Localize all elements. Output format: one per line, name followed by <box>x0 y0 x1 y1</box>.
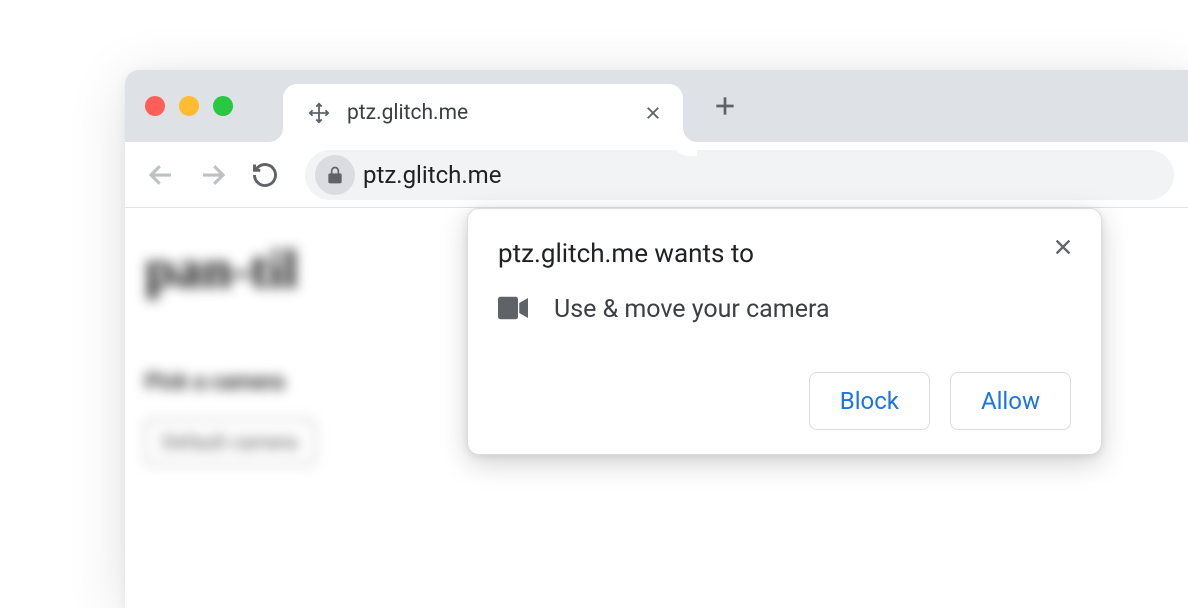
url-text: ptz.glitch.me <box>363 161 501 189</box>
reload-button[interactable] <box>243 153 287 197</box>
tab-strip: ptz.glitch.me <box>125 70 1188 142</box>
permission-prompt: ptz.glitch.me wants to Use & move your c… <box>467 208 1102 455</box>
permission-message: Use & move your camera <box>554 295 830 324</box>
address-bar[interactable]: ptz.glitch.me <box>305 150 1174 200</box>
forward-button[interactable] <box>191 153 235 197</box>
permission-row: Use & move your camera <box>498 295 1071 324</box>
browser-toolbar: ptz.glitch.me <box>125 142 1188 208</box>
permission-actions: Block Allow <box>498 372 1071 430</box>
window-minimize-button[interactable] <box>179 96 199 116</box>
tab-close-button[interactable] <box>641 101 665 125</box>
allow-button[interactable]: Allow <box>950 372 1071 430</box>
move-icon <box>307 101 331 125</box>
window-controls <box>145 96 233 116</box>
browser-tab[interactable]: ptz.glitch.me <box>283 84 683 142</box>
tab-title: ptz.glitch.me <box>347 101 641 125</box>
back-button[interactable] <box>139 153 183 197</box>
lock-icon <box>325 165 345 185</box>
site-info-button[interactable] <box>315 155 355 195</box>
permission-title: ptz.glitch.me wants to <box>498 239 1071 269</box>
camera-icon <box>498 296 528 324</box>
block-button[interactable]: Block <box>809 372 930 430</box>
new-tab-button[interactable] <box>701 82 749 130</box>
close-button[interactable] <box>1049 233 1077 261</box>
window-close-button[interactable] <box>145 96 165 116</box>
camera-select[interactable]: Default camera <box>145 419 315 465</box>
window-maximize-button[interactable] <box>213 96 233 116</box>
